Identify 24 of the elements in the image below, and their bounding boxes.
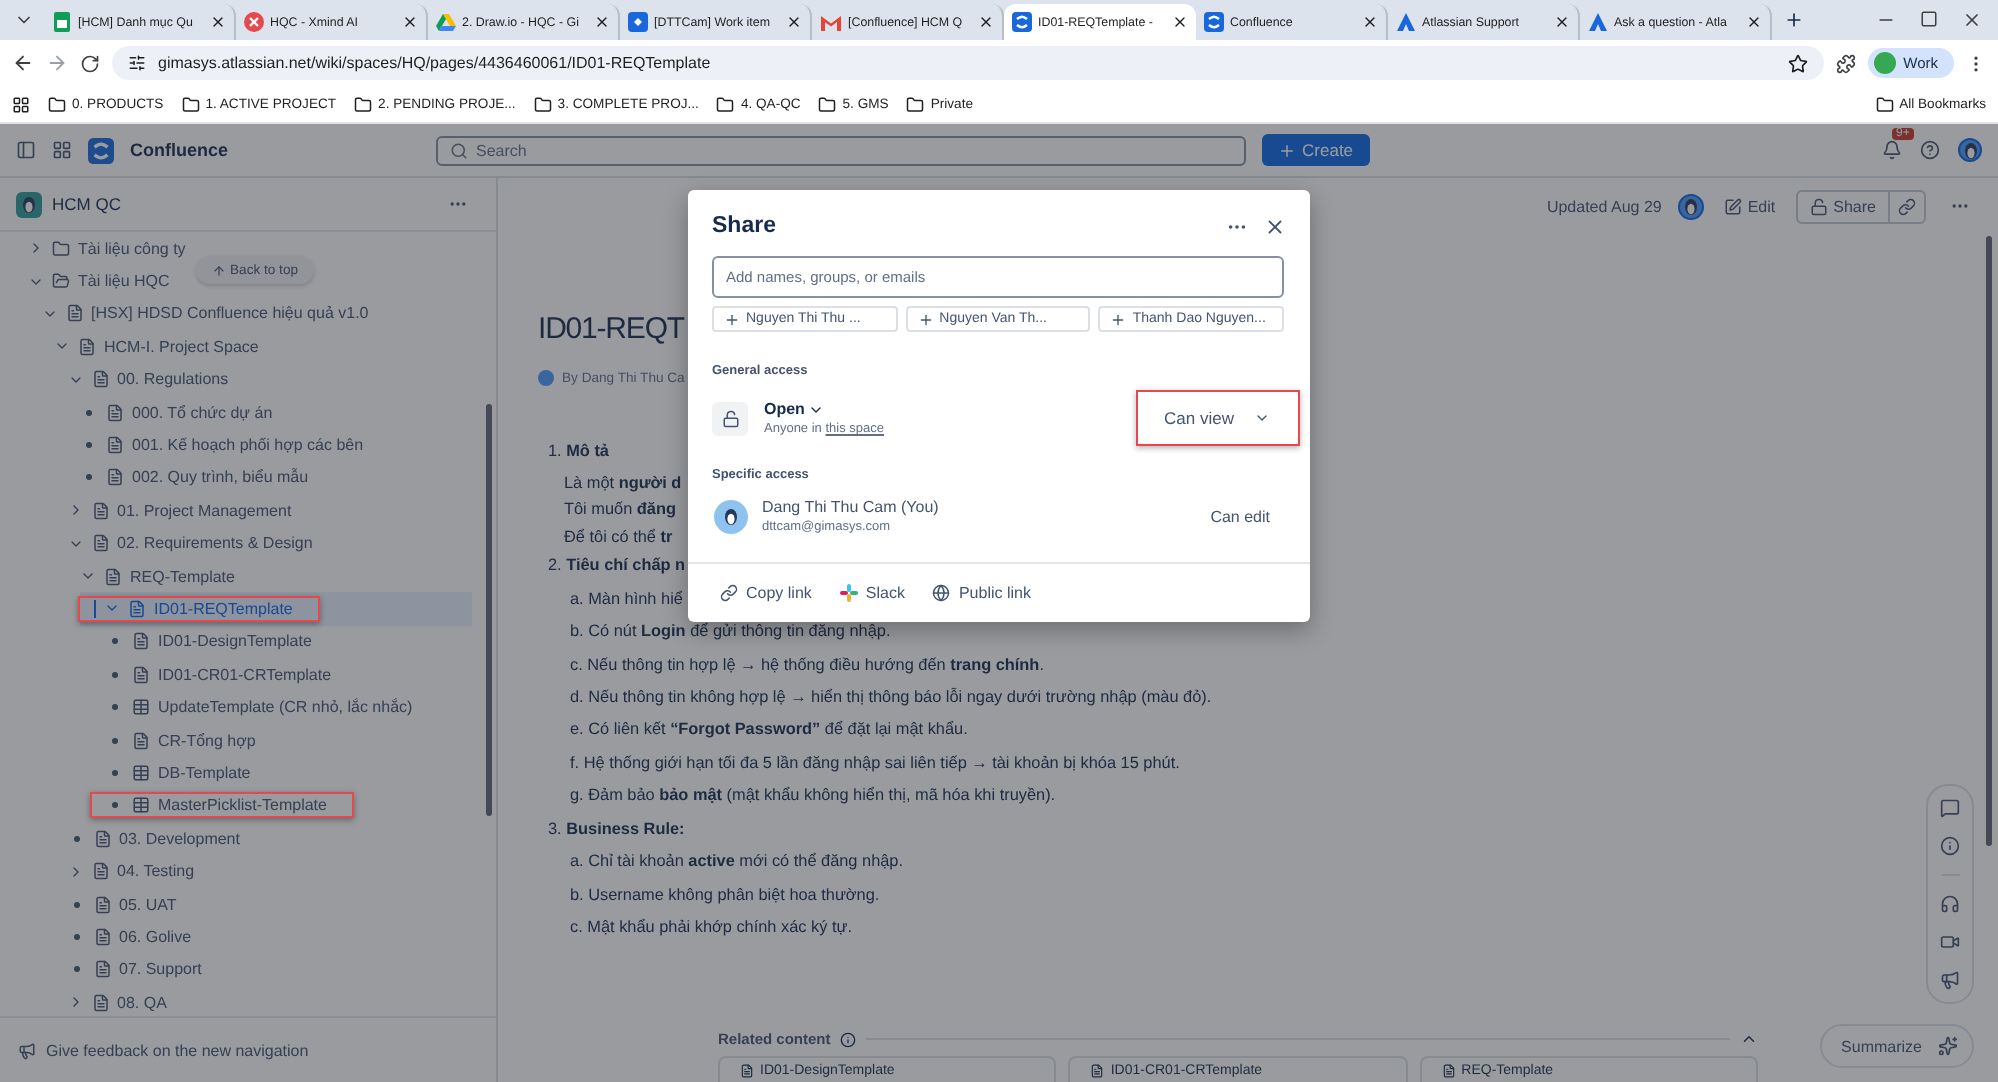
list-item: b. Username không phân biệt hoa thường. [568, 883, 880, 908]
role-label: Can edit [1210, 507, 1270, 525]
app-name: Confluence [130, 140, 229, 160]
person-name: Dang Thi Thu Cam (You) [762, 498, 939, 516]
space-name: HCM QC [52, 194, 121, 214]
list-item: d. Nếu thông tin không hợp lệ → hiển thị thông báo lỗi ngay dưới trường nhập (màu đỏ). [568, 686, 1212, 710]
section-heading: 1. Mô tả [546, 440, 609, 464]
list-item: c. Mật khẩu phải khớp chính xác ký tự. [568, 915, 853, 940]
list-item: g. Đảm bảo bảo mật (mật khẩu không hiển thị, mã hóa khi truyền). [568, 784, 1056, 809]
list-item: Tôi muốn đăng [562, 498, 676, 523]
dialog-title: Share [712, 214, 776, 238]
list-item: b. Có nút Login để gửi thông tin đăng nhập. [568, 620, 891, 645]
list-item: Để tôi có thể tr [562, 525, 673, 550]
list-item: a. Màn hình hiể [568, 587, 683, 612]
list-item: e. Có liên kết “Forgot Password” để đặt lại mật khẩu. [568, 718, 968, 743]
updated-date: Updated Aug 29 [1546, 197, 1662, 215]
list-item: c. Nếu thông tin hợp lệ → hệ thống điều hướng đến trang chính. [568, 653, 1044, 678]
list-item: Là một người d [562, 471, 682, 496]
section-heading: 2. Tiêu chí chấp n [546, 554, 686, 579]
section-heading: 3. Business Rule: [546, 817, 685, 842]
list-item: a. Chỉ tài khoản active mới có thể đăng nhập. [568, 850, 904, 875]
list-item: f. Hệ thống giới hạn tối đa 5 lần đăng nhập sai liên tiếp → tài khoản bị khóa 15 phút. [568, 751, 1180, 776]
url-text: gimasys.atlassian.net/wiki/spaces/HQ/pages/4436460061/ID01-REQTemplate [158, 54, 713, 72]
page-title: ID01-REQT [538, 310, 684, 350]
